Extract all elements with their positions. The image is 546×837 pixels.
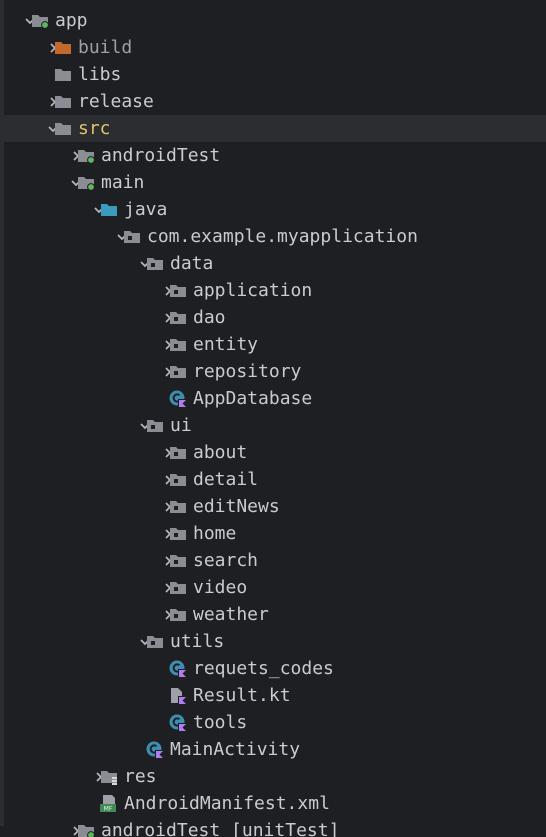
manifest-icon: MF bbox=[100, 795, 118, 812]
tree-node-weather[interactable]: weather bbox=[0, 601, 546, 628]
tree-node-label: ui bbox=[170, 415, 192, 436]
tree-node-androidmanifest-xml[interactable]: MF AndroidManifest.xml bbox=[0, 790, 546, 817]
package-icon bbox=[169, 606, 187, 623]
package-icon bbox=[169, 498, 187, 515]
kotlin-file-icon bbox=[169, 687, 187, 704]
svg-text:MF: MF bbox=[104, 806, 113, 813]
folder-icon bbox=[54, 93, 72, 110]
tree-node-dao[interactable]: dao bbox=[0, 304, 546, 331]
tree-node-label: androidTest [unitTest] bbox=[101, 820, 340, 837]
kotlin-class-icon bbox=[169, 714, 187, 731]
package-icon bbox=[169, 579, 187, 596]
tree-node-androidtest-unittest[interactable]: androidTest [unitTest] bbox=[0, 817, 546, 837]
project-tree[interactable]: app build libs release src androidTest main jav… bbox=[0, 7, 546, 837]
tree-node-label: search bbox=[193, 550, 259, 571]
tree-node-search[interactable]: search bbox=[0, 547, 546, 574]
tree-node-label: Result.kt bbox=[193, 685, 291, 706]
tree-node-home[interactable]: home bbox=[0, 520, 546, 547]
package-icon bbox=[169, 552, 187, 569]
tree-node-result-kt[interactable]: Result.kt bbox=[0, 682, 546, 709]
package-icon bbox=[169, 336, 187, 353]
tree-node-main[interactable]: main bbox=[0, 169, 546, 196]
tree-node-application[interactable]: application bbox=[0, 277, 546, 304]
tree-node-label: res bbox=[124, 766, 157, 787]
tree-node-video[interactable]: video bbox=[0, 574, 546, 601]
tree-node-about[interactable]: about bbox=[0, 439, 546, 466]
tree-node-label: requets_codes bbox=[193, 658, 334, 679]
tree-node-label: AndroidManifest.xml bbox=[124, 793, 330, 814]
tree-node-data[interactable]: data bbox=[0, 250, 546, 277]
tree-node-res[interactable]: res bbox=[0, 763, 546, 790]
package-icon bbox=[169, 282, 187, 299]
tree-node-label: src bbox=[78, 118, 111, 139]
package-icon bbox=[146, 633, 164, 650]
tree-node-mainactivity[interactable]: MainActivity bbox=[0, 736, 546, 763]
tree-node-label: entity bbox=[193, 334, 259, 355]
tree-node-release[interactable]: release bbox=[0, 88, 546, 115]
excluded-folder-icon bbox=[54, 39, 72, 56]
tree-node-label: androidTest bbox=[101, 145, 221, 166]
tree-node-label: release bbox=[78, 91, 154, 112]
tree-node-label: data bbox=[170, 253, 214, 274]
tree-node-label: tools bbox=[193, 712, 248, 733]
tree-node-appdatabase[interactable]: AppDatabase bbox=[0, 385, 546, 412]
tree-node-build[interactable]: build bbox=[0, 34, 546, 61]
package-icon bbox=[146, 255, 164, 272]
tree-node-label: editNews bbox=[193, 496, 280, 517]
package-icon bbox=[123, 228, 141, 245]
tree-node-label: main bbox=[101, 172, 145, 193]
tree-node-label: com.example.myapplication bbox=[147, 226, 418, 247]
tree-node-app[interactable]: app bbox=[0, 7, 546, 34]
tree-node-label: weather bbox=[193, 604, 269, 625]
module-folder-icon bbox=[31, 12, 49, 29]
tree-node-ui[interactable]: ui bbox=[0, 412, 546, 439]
module-folder-icon bbox=[77, 147, 95, 164]
source-folder-icon bbox=[100, 201, 118, 218]
package-icon bbox=[169, 309, 187, 326]
tree-node-com-example-myapplication[interactable]: com.example.myapplication bbox=[0, 223, 546, 250]
tree-node-repository[interactable]: repository bbox=[0, 358, 546, 385]
resources-folder-icon bbox=[100, 768, 118, 785]
module-folder-icon bbox=[77, 174, 95, 191]
tree-node-editnews[interactable]: editNews bbox=[0, 493, 546, 520]
kotlin-class-icon bbox=[169, 390, 187, 407]
tree-node-libs[interactable]: libs bbox=[0, 61, 546, 88]
tree-node-utils[interactable]: utils bbox=[0, 628, 546, 655]
tree-node-java[interactable]: java bbox=[0, 196, 546, 223]
package-icon bbox=[169, 525, 187, 542]
tree-node-label: MainActivity bbox=[170, 739, 301, 760]
tree-node-label: java bbox=[124, 199, 168, 220]
package-icon bbox=[146, 417, 164, 434]
tree-node-label: app bbox=[55, 10, 88, 31]
tree-node-label: utils bbox=[170, 631, 225, 652]
tree-node-entity[interactable]: entity bbox=[0, 331, 546, 358]
tree-node-label: dao bbox=[193, 307, 226, 328]
kotlin-class-icon bbox=[146, 741, 164, 758]
tree-node-tools[interactable]: tools bbox=[0, 709, 546, 736]
folder-icon bbox=[54, 120, 72, 137]
tree-node-label: detail bbox=[193, 469, 259, 490]
package-icon bbox=[169, 471, 187, 488]
tree-node-src[interactable]: src bbox=[0, 115, 546, 142]
tree-node-label: application bbox=[193, 280, 313, 301]
tree-node-requets-codes[interactable]: requets_codes bbox=[0, 655, 546, 682]
package-icon bbox=[169, 363, 187, 380]
tree-node-label: build bbox=[78, 37, 133, 58]
module-folder-icon bbox=[77, 822, 95, 837]
tree-node-detail[interactable]: detail bbox=[0, 466, 546, 493]
folder-icon bbox=[54, 66, 72, 83]
package-icon bbox=[169, 444, 187, 461]
tree-node-label: repository bbox=[193, 361, 302, 382]
tree-node-label: video bbox=[193, 577, 248, 598]
tree-node-label: about bbox=[193, 442, 248, 463]
tree-node-androidtest[interactable]: androidTest bbox=[0, 142, 546, 169]
tree-node-label: libs bbox=[78, 64, 122, 85]
tree-node-label: home bbox=[193, 523, 237, 544]
kotlin-class-icon bbox=[169, 660, 187, 677]
tree-node-label: AppDatabase bbox=[193, 388, 313, 409]
